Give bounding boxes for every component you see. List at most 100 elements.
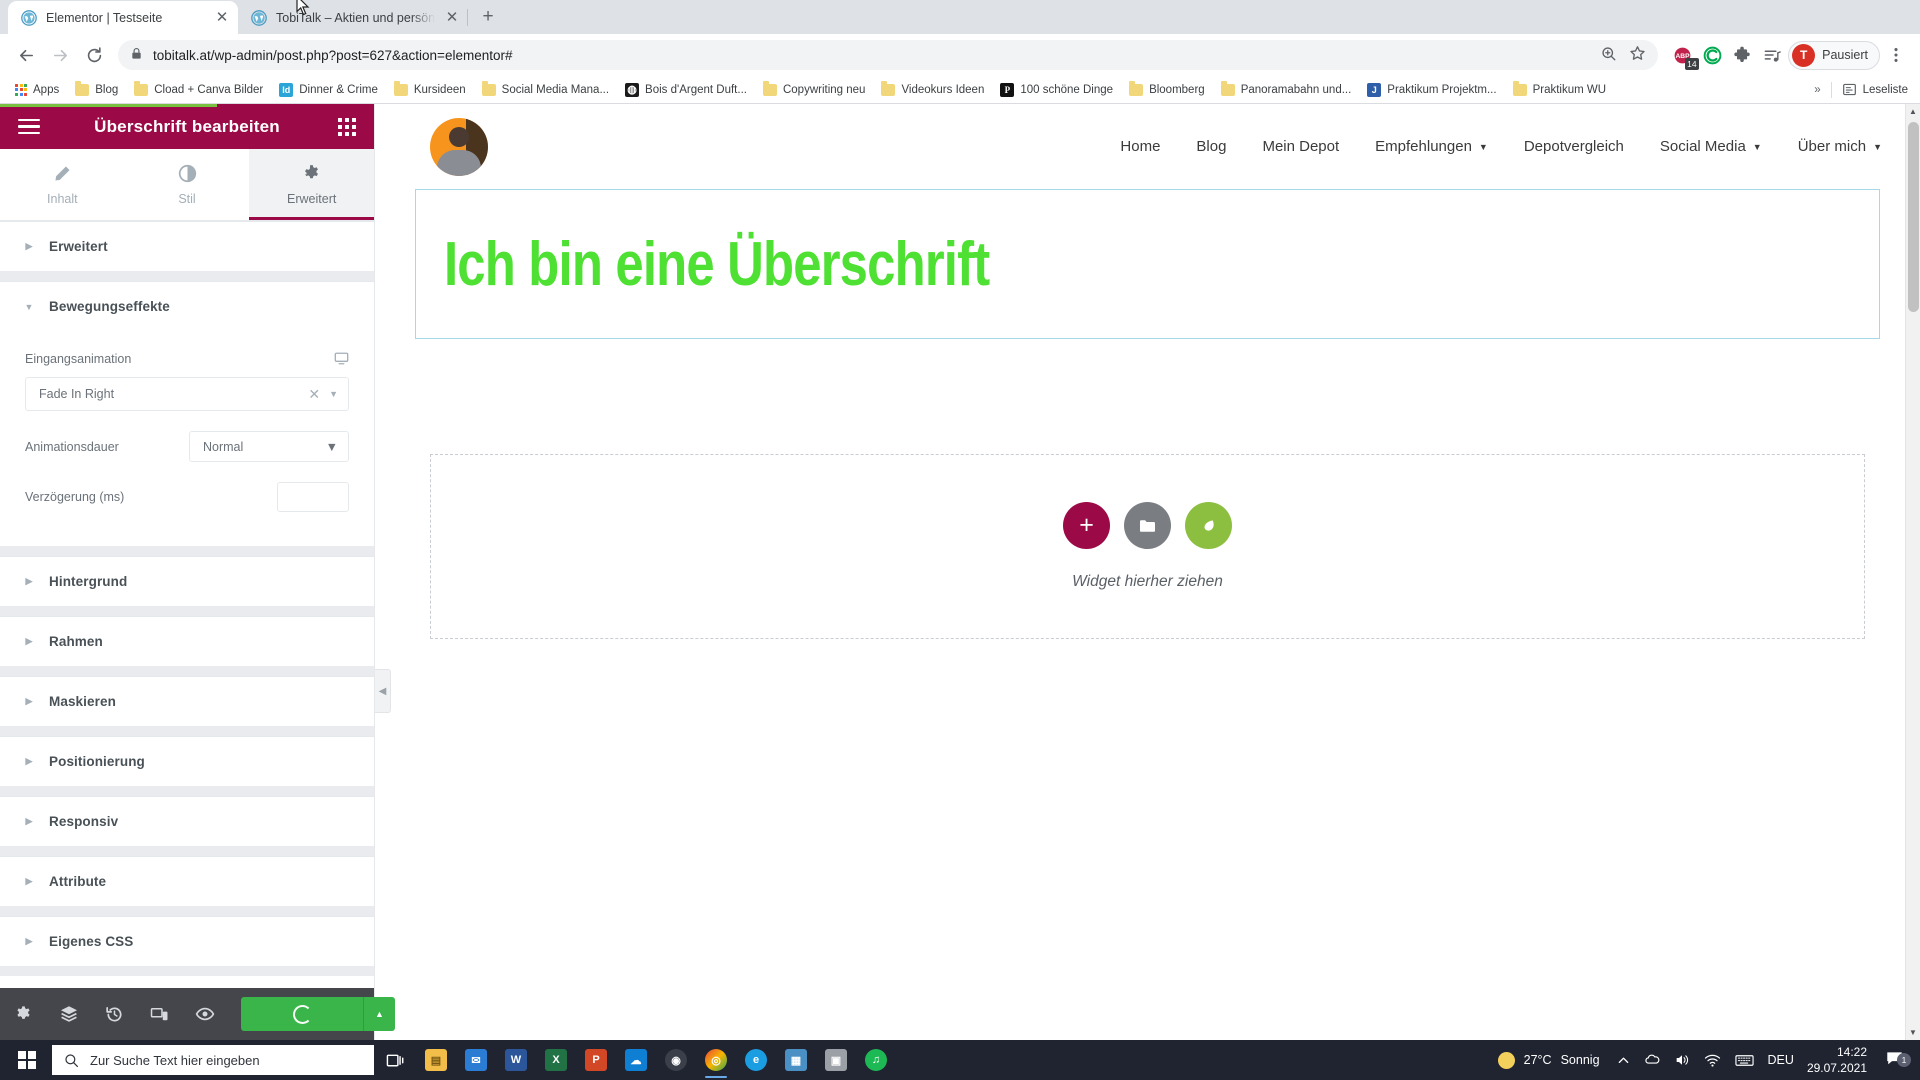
taskbar-app-spotify[interactable]: ♫ — [856, 1040, 896, 1080]
browser-tab-inactive[interactable]: TobiTalk – Aktien und persönlich... ✕ — [238, 1, 468, 34]
taskbar-app-onedrive[interactable]: ☁ — [616, 1040, 656, 1080]
bookmark-item[interactable]: Cload + Canva Bilder — [127, 81, 270, 99]
overflow-chevron-icon[interactable]: » — [1814, 84, 1820, 96]
section-maskieren[interactable]: ▶ Maskieren — [0, 676, 374, 726]
bookmark-item[interactable]: J Praktikum Projektm... — [1360, 80, 1503, 100]
onedrive-tray-icon[interactable] — [1637, 1040, 1667, 1080]
back-icon[interactable] — [10, 39, 42, 71]
bookmark-item[interactable]: Blog — [68, 81, 125, 99]
nav-item-mein-depot[interactable]: Mein Depot — [1262, 138, 1339, 155]
browser-tab-active[interactable]: Elementor | Testseite ✕ — [8, 1, 238, 34]
section-hintergrund[interactable]: ▶ Hintergrund — [0, 556, 374, 606]
bookmarks-overflow[interactable]: » Leseliste — [1814, 81, 1912, 98]
preview-scrollbar[interactable]: ▲ ▼ — [1905, 104, 1920, 1040]
bookmark-apps[interactable]: Apps — [8, 81, 66, 99]
weather-widget[interactable]: 27°C Sonnig — [1492, 1051, 1610, 1069]
nav-item-blog[interactable]: Blog — [1196, 138, 1226, 155]
address-bar[interactable]: tobitalk.at/wp-admin/post.php?post=627&a… — [118, 40, 1659, 70]
reading-list-button[interactable]: Leseliste — [1842, 82, 1908, 97]
taskbar-app-edge[interactable]: e — [736, 1040, 776, 1080]
section-rahmen[interactable]: ▶ Rahmen — [0, 616, 374, 666]
windows-start-icon[interactable] — [4, 1040, 50, 1080]
task-view-icon[interactable] — [374, 1040, 416, 1080]
bookmark-item[interactable]: P 100 schöne Dinge — [993, 80, 1120, 100]
close-icon[interactable]: ✕ — [444, 10, 460, 26]
animation-delay-input[interactable] — [277, 482, 349, 512]
clear-x-icon[interactable]: ✕ — [308, 386, 320, 403]
nav-item-social-media[interactable]: Social Media ▼ — [1660, 138, 1762, 155]
preview-eye-icon[interactable] — [195, 1004, 215, 1024]
profile-button[interactable]: T Pausiert — [1788, 40, 1880, 70]
heading-widget[interactable]: Ich bin eine Überschrift — [415, 189, 1880, 339]
taskbar-app-lightroom[interactable]: ▦ — [776, 1040, 816, 1080]
ghostery-icon[interactable] — [1698, 41, 1726, 69]
gear-icon[interactable] — [14, 1005, 33, 1024]
entrance-animation-select[interactable]: Fade In Right ✕ ▼ — [25, 377, 349, 411]
tab-erweitert[interactable]: Erweitert — [249, 149, 375, 220]
adblock-icon[interactable]: ABP 14 — [1668, 41, 1700, 70]
bookmark-item[interactable]: Videokurs Ideen — [874, 81, 991, 99]
widgets-grid-icon[interactable] — [338, 117, 356, 136]
section-positionierung[interactable]: ▶ Positionierung — [0, 736, 374, 786]
taskbar-app-obs-studio[interactable]: ◉ — [656, 1040, 696, 1080]
widget-dropzone[interactable]: + Widget hierher ziehen — [430, 454, 1865, 639]
chevron-up-icon[interactable]: ▲ — [363, 997, 395, 1031]
bookmark-item[interactable]: Social Media Mana... — [475, 81, 616, 99]
tab-stil[interactable]: Stil — [125, 149, 250, 220]
scrollbar-thumb[interactable] — [1908, 122, 1919, 312]
panel-collapse-handle[interactable]: ◀ — [375, 669, 391, 713]
taskbar-app-word[interactable]: W — [496, 1040, 536, 1080]
bookmark-item[interactable]: Bloomberg — [1122, 81, 1212, 99]
touch-keyboard-icon[interactable] — [1728, 1040, 1761, 1080]
section-responsiv[interactable]: ▶ Responsiv — [0, 796, 374, 846]
taskbar-app-chrome[interactable]: ◎ — [696, 1040, 736, 1080]
forward-icon[interactable] — [44, 39, 76, 71]
show-hidden-icons-chevron[interactable] — [1610, 1040, 1637, 1080]
taskbar-app-excel[interactable]: X — [536, 1040, 576, 1080]
desktop-icon[interactable] — [334, 351, 349, 366]
scroll-up-arrow-icon[interactable]: ▲ — [1906, 104, 1920, 119]
bookmark-item[interactable]: ◍ Bois d'Argent Duft... — [618, 80, 754, 100]
notification-icon[interactable]: 1 — [1877, 1049, 1912, 1071]
bookmark-item[interactable]: Copywriting neu — [756, 81, 872, 99]
reload-icon[interactable] — [78, 39, 110, 71]
three-dots-menu-icon[interactable] — [1882, 41, 1910, 69]
wifi-icon[interactable] — [1697, 1040, 1728, 1080]
navigator-layers-icon[interactable] — [59, 1004, 79, 1024]
taskbar-app-photos[interactable]: ▣ — [816, 1040, 856, 1080]
tab-inhalt[interactable]: Inhalt — [0, 149, 125, 220]
taskbar-app-powerpoint[interactable]: P — [576, 1040, 616, 1080]
taskbar-app-file-explorer[interactable]: ▤ — [416, 1040, 456, 1080]
section-bewegungseffekte[interactable]: ▼ Bewegungseffekte — [0, 281, 374, 331]
nav-item-home[interactable]: Home — [1120, 138, 1160, 155]
zoom-icon[interactable] — [1601, 46, 1617, 65]
folder-template-icon[interactable] — [1124, 502, 1171, 549]
nav-item-ueber-mich[interactable]: Über mich ▼ — [1798, 138, 1882, 155]
section-erweitert[interactable]: ▶ Erweitert — [0, 221, 374, 271]
volume-icon[interactable] — [1667, 1040, 1697, 1080]
responsive-mode-icon[interactable] — [150, 1005, 169, 1024]
history-icon[interactable] — [105, 1005, 124, 1024]
taskbar-app-mail[interactable]: ✉ — [456, 1040, 496, 1080]
close-icon[interactable]: ✕ — [214, 10, 230, 26]
taskbar-search-input[interactable]: Zur Suche Text hier eingeben — [52, 1045, 374, 1075]
bookmark-item[interactable]: Id Dinner & Crime — [272, 80, 385, 100]
bookmark-item[interactable]: Panoramabahn und... — [1214, 81, 1359, 99]
nav-item-depotvergleich[interactable]: Depotvergleich — [1524, 138, 1624, 155]
star-icon[interactable] — [1629, 45, 1646, 65]
playlist-icon[interactable] — [1758, 41, 1786, 69]
section-attribute[interactable]: ▶ Attribute — [0, 856, 374, 906]
plus-icon[interactable]: + — [1063, 502, 1110, 549]
new-tab-button[interactable]: + — [474, 3, 502, 31]
hamburger-icon[interactable] — [18, 118, 40, 135]
bookmark-item[interactable]: Kursideen — [387, 81, 473, 99]
bookmark-item[interactable]: Praktikum WU — [1506, 81, 1613, 99]
clock[interactable]: 14:22 29.07.2021 — [1801, 1044, 1877, 1076]
nav-item-empfehlungen[interactable]: Empfehlungen ▼ — [1375, 138, 1488, 155]
section-eigenes-css[interactable]: ▶ Eigenes CSS — [0, 916, 374, 966]
publish-button[interactable] — [241, 997, 363, 1031]
scroll-down-arrow-icon[interactable]: ▼ — [1906, 1025, 1920, 1040]
language-indicator[interactable]: DEU — [1761, 1040, 1801, 1080]
animation-duration-select[interactable]: Normal ▼ — [189, 431, 349, 462]
puzzle-icon[interactable] — [1728, 41, 1756, 69]
